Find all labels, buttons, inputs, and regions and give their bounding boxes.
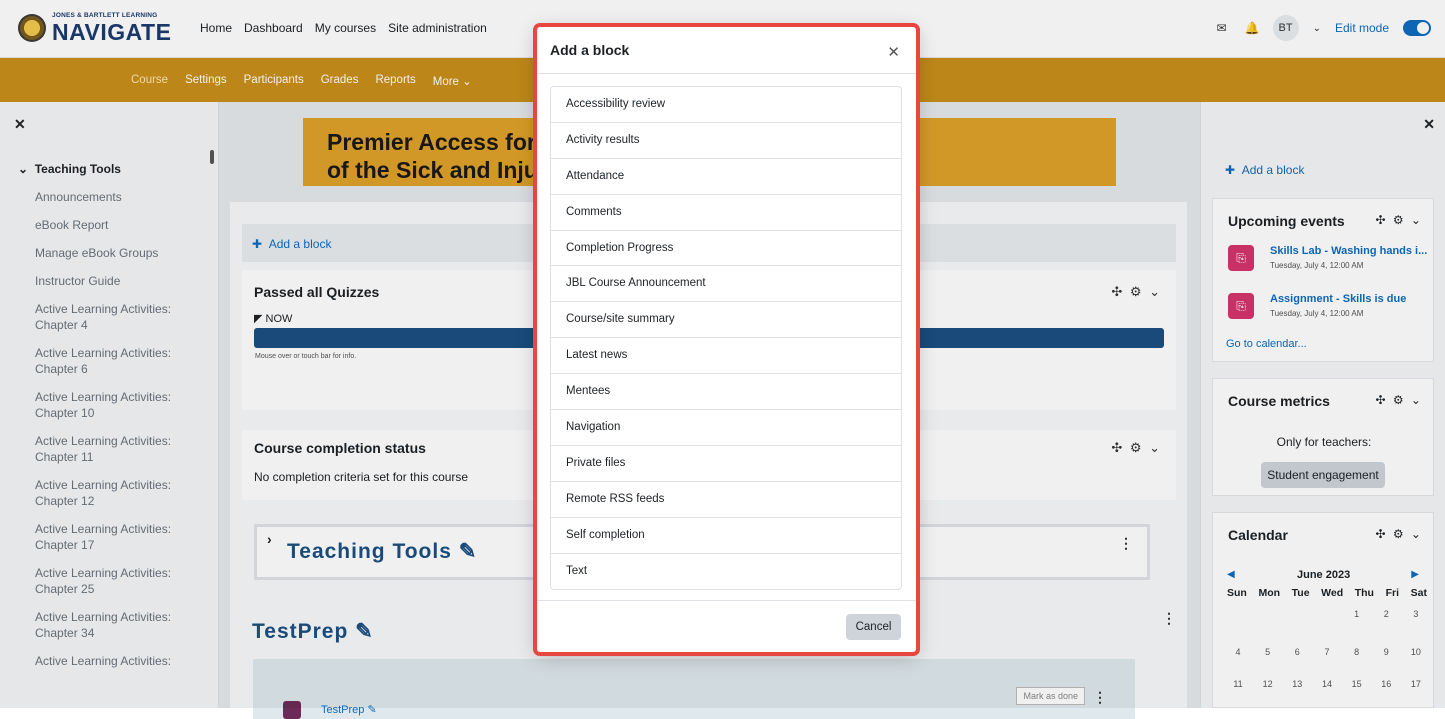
block-option-latest-news[interactable]: Latest news bbox=[551, 338, 901, 375]
block-type-list: Accessibility review Activity results At… bbox=[550, 86, 902, 591]
block-option-completion-progress[interactable]: Completion Progress bbox=[551, 231, 901, 267]
modal-title: Add a block bbox=[550, 42, 630, 58]
block-option-course-site-summary[interactable]: Course/site summary bbox=[551, 302, 901, 339]
close-icon[interactable]: ✕ bbox=[887, 43, 900, 61]
block-option-navigation[interactable]: Navigation bbox=[551, 410, 901, 446]
block-option-self-completion[interactable]: Self completion bbox=[551, 518, 901, 554]
block-option-remote-rss-feeds[interactable]: Remote RSS feeds bbox=[551, 482, 901, 518]
block-option-attendance[interactable]: Attendance bbox=[551, 159, 901, 195]
add-block-modal: Add a block ✕ Accessibility review Activ… bbox=[537, 27, 916, 652]
block-option-accessibility-review[interactable]: Accessibility review bbox=[551, 87, 901, 123]
block-option-private-files[interactable]: Private files bbox=[551, 446, 901, 482]
block-option-jbl-course-announcement[interactable]: JBL Course Announcement bbox=[551, 266, 901, 303]
cancel-button[interactable]: Cancel bbox=[846, 614, 901, 640]
block-option-comments[interactable]: Comments bbox=[551, 195, 901, 231]
block-option-mentees[interactable]: Mentees bbox=[551, 374, 901, 411]
block-option-activity-results[interactable]: Activity results bbox=[551, 123, 901, 159]
modal-footer-divider bbox=[537, 600, 916, 601]
block-option-text[interactable]: Text bbox=[551, 554, 901, 590]
modal-header-divider bbox=[537, 73, 916, 74]
